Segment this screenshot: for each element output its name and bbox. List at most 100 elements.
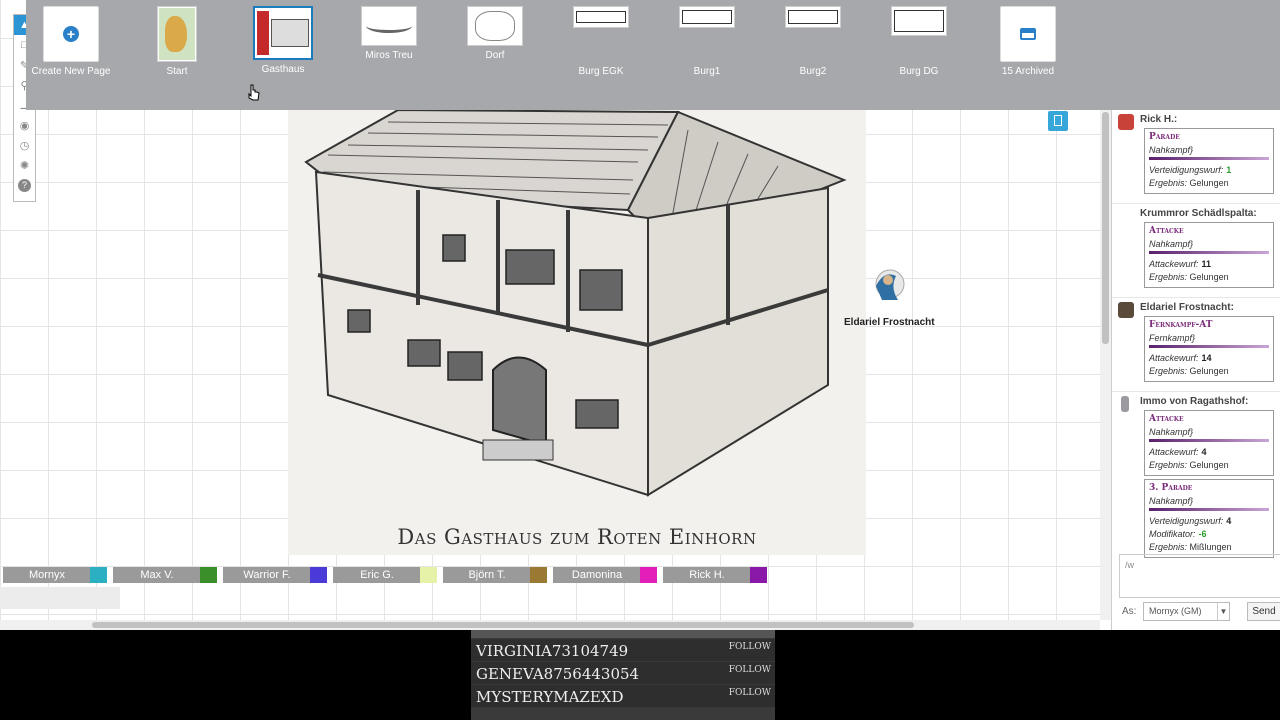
page-label: Gasthaus (261, 64, 305, 75)
mouse-cursor-icon (248, 84, 260, 101)
roll-value: 11 (1201, 259, 1212, 269)
message-sender: Immo von Ragathshof: (1140, 396, 1249, 407)
roll-value: Gelungen (1189, 178, 1229, 188)
page-label: Start (166, 66, 188, 77)
follower-action: FOLLOW (728, 642, 771, 652)
player-slot[interactable]: Max V. (113, 567, 217, 583)
player-video-placeholder (0, 587, 120, 609)
roll-row: Ergebnis: Gelungen (1149, 271, 1269, 284)
roll-row: Ergebnis: Gelungen (1149, 365, 1269, 378)
character-token[interactable] (868, 266, 910, 306)
page-label: 15 Archived (1001, 66, 1055, 77)
roll-card: Fernkampf-AT Fernkampf} Attackewurf: 14 E… (1144, 316, 1274, 382)
player-color-swatch[interactable] (530, 567, 547, 583)
inbox-icon[interactable] (1000, 6, 1056, 62)
page-label: Miros Treu (365, 50, 413, 61)
roll-divider (1149, 345, 1269, 348)
player-color-swatch[interactable] (640, 567, 657, 583)
page-thumbnail[interactable] (467, 6, 523, 46)
roll20-app: Das Gasthaus zum Roten Einhorn Eldariel … (0, 0, 1280, 630)
follower-name: VIRGINIA73104749 (476, 642, 629, 660)
roll-card: Attacke Nahkampf} Attackewurf: 11 Ergebni… (1144, 222, 1274, 288)
vertical-scrollbar[interactable] (1100, 110, 1111, 620)
roll-label: Verteidigungswurf: (1149, 516, 1224, 526)
page-thumbnail[interactable] (361, 6, 417, 46)
player-name: Rick H. (689, 569, 725, 581)
player-slot[interactable]: Mornyx (3, 567, 107, 583)
page-burg-egk[interactable]: Burg EGK (556, 6, 646, 77)
plus-icon[interactable]: + (43, 6, 99, 62)
chat-panel: Rick H.: Parade Nahkampf} Verteidigungsw… (1111, 110, 1280, 630)
player-slot[interactable]: Damonina (553, 567, 657, 583)
page-thumbnail[interactable] (785, 6, 841, 28)
scrollbar-thumb[interactable] (92, 622, 914, 628)
page-burg1[interactable]: Burg1 (662, 6, 752, 77)
page-dorf[interactable]: Dorf (450, 6, 540, 61)
roll-subtitle: Fernkampf} (1149, 333, 1196, 343)
chat-input[interactable]: /w (1119, 554, 1280, 598)
message-sender: Krummror Schädlspalta: (1140, 208, 1257, 219)
send-button[interactable]: Send (1247, 602, 1280, 621)
roll-label: Ergebnis: (1149, 460, 1188, 470)
token-label: Eldariel Frostnacht (844, 317, 935, 328)
page-thumbnail[interactable] (891, 6, 947, 36)
turn-tracker-icon[interactable]: ◷ (14, 135, 35, 155)
roll-subtitle: Nahkampf} (1149, 239, 1194, 249)
player-color-swatch[interactable] (750, 567, 767, 583)
scrollbar-thumb[interactable] (1102, 112, 1109, 344)
roll-value: Gelungen (1189, 272, 1229, 282)
player-name: Damonina (571, 569, 623, 581)
follower-row: VIRGINIA73104749 FOLLOW (471, 639, 775, 661)
player-slot[interactable]: Björn T. (443, 567, 547, 583)
roll-row: Attackewurf: 11 (1149, 258, 1269, 271)
page-toolbar: + Create New Page Start Gasthaus Miros T… (26, 0, 1280, 110)
roll-label: Ergebnis: (1149, 542, 1188, 552)
handout-icon[interactable] (1048, 111, 1068, 131)
page-miros-treu[interactable]: Miros Treu (344, 6, 434, 61)
page-thumbnail[interactable] (679, 6, 735, 28)
player-slot[interactable]: Rick H. (663, 567, 767, 583)
player-color-swatch[interactable] (200, 567, 217, 583)
fog-tool-icon[interactable]: ◉ (14, 115, 35, 135)
page-thumbnail[interactable] (253, 6, 313, 60)
follower-name: GENEVA8756443054 (476, 665, 640, 683)
map-image-gasthaus[interactable]: Das Gasthaus zum Roten Einhorn (288, 100, 866, 555)
avatar (1121, 396, 1129, 412)
speak-as-select[interactable]: Mornyx (GM) ▼ (1143, 602, 1230, 621)
roll-row: Verteidigungswurf: 4 (1149, 515, 1269, 528)
page-burg-dg[interactable]: Burg DG (874, 6, 964, 77)
roll-label: Ergebnis: (1149, 272, 1188, 282)
page-thumbnail[interactable] (573, 6, 629, 28)
player-name: Björn T. (468, 569, 506, 581)
page-thumbnail[interactable] (157, 6, 197, 62)
message-sender: Rick H.: (1140, 114, 1178, 125)
roll-title: 3. Parade (1149, 483, 1193, 493)
page-burg2[interactable]: Burg2 (768, 6, 858, 77)
page-label: Burg EGK (578, 66, 624, 77)
roll-value: Mißlungen (1189, 542, 1232, 552)
create-page-button[interactable]: + Create New Page (26, 6, 116, 77)
chat-controls: As: Mornyx (GM) ▼ Send (1112, 602, 1280, 624)
player-color-swatch[interactable] (310, 567, 327, 583)
roll-value: 4 (1201, 447, 1207, 457)
player-name: Warrior F. (243, 569, 291, 581)
page-label: Dorf (485, 50, 505, 61)
page-label: Burg DG (899, 66, 939, 77)
horizontal-scrollbar[interactable] (0, 620, 1100, 630)
roll-label: Verteidigungswurf: (1149, 165, 1224, 175)
help-icon[interactable]: ? (14, 175, 35, 195)
page-start[interactable]: Start (132, 6, 222, 77)
follower-name: MYSTERYMAZEXD (476, 688, 624, 706)
archived-pages-button[interactable]: 15 Archived (983, 6, 1073, 77)
player-slot[interactable]: Warrior F. (223, 567, 327, 583)
roll-title: Parade (1149, 132, 1180, 142)
dice-tool-icon[interactable]: ✺ (14, 155, 35, 175)
chat-message: Eldariel Frostnacht: Fernkampf-AT Fernka… (1112, 298, 1280, 392)
chat-message: Krummror Schädlspalta: Attacke Nahkampf}… (1112, 204, 1280, 298)
chat-message: Immo von Ragathshof: Attacke Nahkampf} A… (1112, 392, 1280, 567)
player-color-swatch[interactable] (420, 567, 437, 583)
follower-action: FOLLOW (728, 665, 771, 675)
page-gasthaus[interactable]: Gasthaus (238, 6, 328, 75)
player-color-swatch[interactable] (90, 567, 107, 583)
player-slot[interactable]: Eric G. (333, 567, 437, 583)
